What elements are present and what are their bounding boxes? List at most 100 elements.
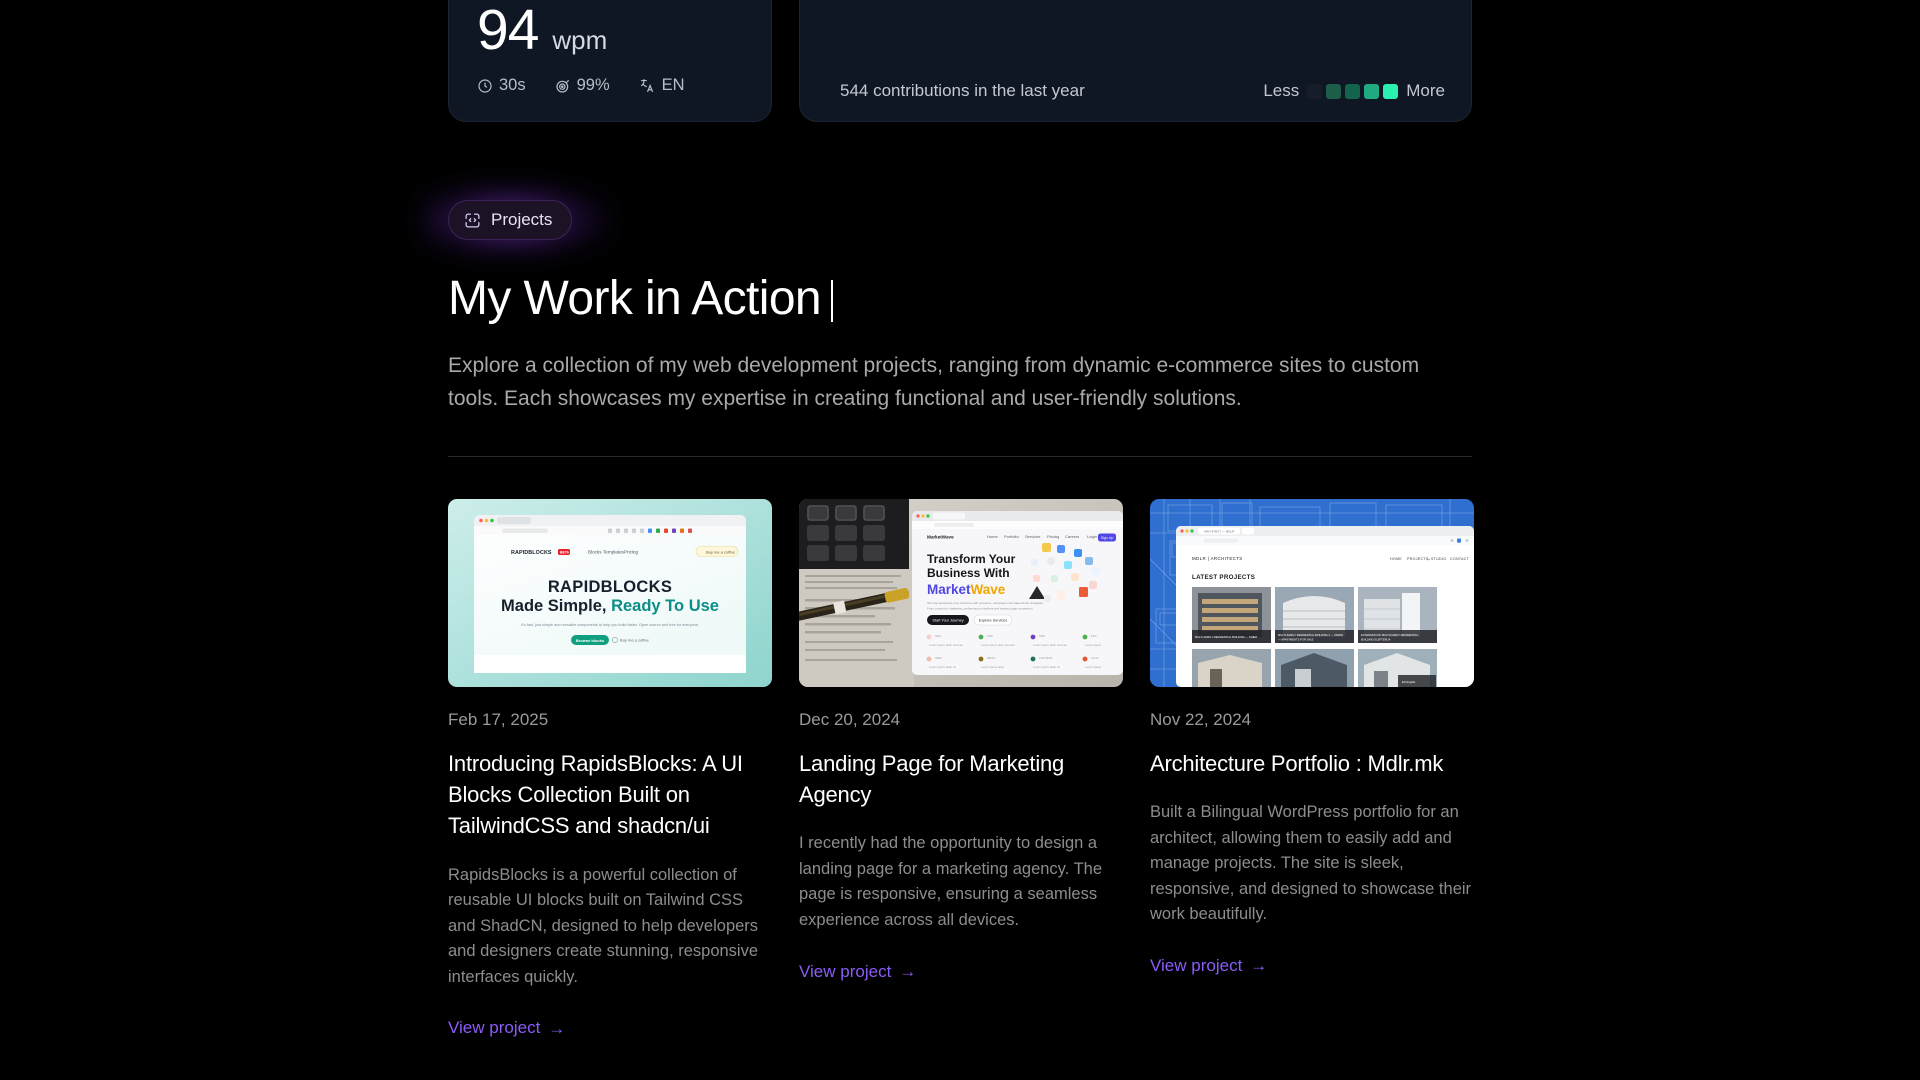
page-root: 94 94 wpm 30s [0,0,1920,1080]
project-date: Dec 20, 2024 [799,709,901,729]
section-description: Explore a collection of my web developme… [448,354,1420,410]
svg-text:MDLR | ARCHITECTS: MDLR | ARCHITECTS [1192,556,1243,561]
arrow-right-icon: → [899,962,917,982]
svg-text:CRO: CRO [1039,634,1046,638]
project-title[interactable]: Architecture Portfolio : Mdlr.mk [1150,748,1474,779]
text-caret [831,279,834,322]
projects-badge[interactable]: Projects [448,200,573,240]
legend-swatch-level-4 [1383,83,1399,99]
projects-badge-label: Projects [491,210,553,229]
contribution-legend: Less More [1263,81,1445,101]
svg-text:MULTI-FAMILY RESIDENTIAL BUILD: MULTI-FAMILY RESIDENTIAL BUILDING — SHIE… [1195,635,1257,639]
view-project-link[interactable]: View project → [448,1018,565,1038]
typing-meta-line: 30s 99% EN [477,76,751,95]
svg-text:Pricing: Pricing [1047,534,1059,539]
marketwave-thumbnail-image: MarketWave Home Portfolio Services Pricing… [799,498,1123,687]
arrow-right-icon: → [548,1018,566,1038]
typing-accuracy-label: 99% [576,76,610,94]
svg-text:Lorem ipsum dolor sit: Lorem ipsum dolor sit [1033,665,1060,669]
page-title-text: My Work in Action [448,272,822,325]
mdlr-thumbnail-image: ARCHITECT — MDLR MDLR | ARCHITECTS HOME P… [1150,498,1474,687]
legend-less-label: Less [1263,81,1300,100]
view-project-label: View project [1150,955,1243,975]
view-project-label: View project [448,1018,541,1038]
svg-text:ADS: ADS [987,634,993,638]
wpm-line: 94 wpm [477,2,751,59]
svg-text:We help accelerate your busine: We help accelerate your business with pr… [927,601,1044,605]
svg-text:Home: Home [987,534,998,539]
svg-text:SMM: SMM [935,656,942,660]
project-card[interactable]: ARCHITECT — MDLR MDLR | ARCHITECTS HOME P… [1150,498,1474,976]
project-thumbnail[interactable]: ARCHITECT — MDLR MDLR | ARCHITECTS HOME P… [1150,498,1474,687]
wpm-value: 94 [477,0,539,62]
typing-duration-label: 30s [499,76,526,94]
svg-text:CONTENT: CONTENT [1039,656,1053,660]
svg-text:Templates: Templates [603,549,625,554]
contribution-count-text: 544 contributions in the last year [840,81,1085,100]
svg-text:SEO: SEO [935,634,942,638]
svg-text:RAPIDBLOCKS: RAPIDBLOCKS [548,578,672,596]
legend-more-label: More [1406,81,1445,100]
project-description: RapidsBlocks is a powerful collection of… [448,865,759,986]
view-project-label: View project [799,961,892,981]
svg-text:UI/UX: UI/UX [1091,656,1099,660]
svg-text:Careers: Careers [1065,534,1079,539]
svg-text:BUILDING ELEFTERIJA: BUILDING ELEFTERIJA [1361,637,1391,641]
legend-swatch-level-0 [1307,83,1323,99]
section-divider [448,455,1472,457]
project-card[interactable]: RAPIDBLOCKS BETA Blocks Templates Pricin… [448,498,772,1039]
typing-duration: 30s [477,76,526,95]
svg-text:Explore Services: Explore Services [979,619,1008,623]
target-icon [555,78,571,94]
svg-text:Browse blocks: Browse blocks [576,638,605,643]
svg-text:ARCHITECT — MDLR: ARCHITECT — MDLR [1204,529,1235,533]
contributions-content: 544 contributions in the last year Less … [800,0,1471,121]
svg-text:Business With: Business With [927,566,1010,580]
projects-section: Projects My Work in Action Explore a col… [418,178,1474,1039]
view-project-link[interactable]: View project → [799,962,916,982]
svg-text:Sign Up: Sign Up [1101,536,1114,540]
translate-icon [639,77,656,94]
svg-text:CONTACT: CONTACT [1450,557,1470,561]
svg-text:Buy me a coffee: Buy me a coffee [620,637,650,642]
project-description: Built a Bilingual WordPress portfolio fo… [1150,803,1472,924]
wpm-unit: wpm [552,25,608,55]
svg-text:Services: Services [1025,534,1040,539]
contributions-footer: 544 contributions in the last year Less … [840,81,1445,101]
contributions-card: 544 contributions in the last year Less … [799,0,1472,122]
svg-text:Lorem ipsum dolor sit amet: Lorem ipsum dolor sit amet [1033,643,1067,647]
svg-text:PROJECTS: PROJECTS [1407,557,1429,561]
project-card[interactable]: MarketWave Home Portfolio Services Pricing… [799,498,1123,982]
project-title[interactable]: Landing Page for Marketing Agency [799,748,1123,810]
svg-text:EN English: EN English [1402,680,1416,684]
view-project-link[interactable]: View project → [1150,956,1267,976]
project-date: Feb 17, 2025 [448,709,549,729]
svg-text:Made Simple, Ready To Use: Made Simple, Ready To Use [501,597,719,615]
svg-text:Lorem ipsum: Lorem ipsum [1085,665,1102,669]
clock-icon [477,78,493,94]
svg-text:Pricing: Pricing [624,549,638,554]
svg-text:It's fast, just simple and reu: It's fast, just simple and reusable comp… [521,623,699,627]
svg-text:Lorem ipsum dolor sit amet: Lorem ipsum dolor sit amet [929,643,963,647]
project-title[interactable]: Introducing RapidsBlocks: A UI Blocks Co… [448,748,772,842]
code-braces-square-icon [464,212,481,229]
project-thumbnail[interactable]: RAPIDBLOCKS BETA Blocks Templates Pricin… [448,498,772,687]
svg-text:BETA: BETA [560,550,570,554]
svg-text:Buy me a coffee: Buy me a coffee [706,549,736,554]
svg-text:STUDIO: STUDIO [1431,557,1446,561]
svg-text:From content to marketing, per: From content to marketing, performance t… [927,606,1034,610]
svg-text:Lorem ipsum dolor: Lorem ipsum dolor [981,665,1004,669]
typing-card-content: 94 wpm 30s 99% EN [477,2,751,95]
svg-text:Login: Login [1087,534,1097,539]
legend-swatches [1307,83,1399,99]
typing-accuracy: 99% [555,76,610,95]
stats-row: 94 94 wpm 30s [448,0,1472,122]
svg-text:Transform Your: Transform Your [927,552,1016,566]
svg-text:LATEST PROJECTS: LATEST PROJECTS [1192,574,1255,581]
rapidsblocks-thumbnail-image: RAPIDBLOCKS BETA Blocks Templates Pricin… [448,498,772,687]
project-thumbnail[interactable]: MarketWave Home Portfolio Services Pricing… [799,498,1123,687]
projects-grid: RAPIDBLOCKS BETA Blocks Templates Pricin… [448,498,1474,1039]
svg-text:Blocks: Blocks [588,549,602,554]
typing-speed-card: 94 94 wpm 30s [448,0,772,122]
svg-text:EMAIL: EMAIL [987,656,996,660]
